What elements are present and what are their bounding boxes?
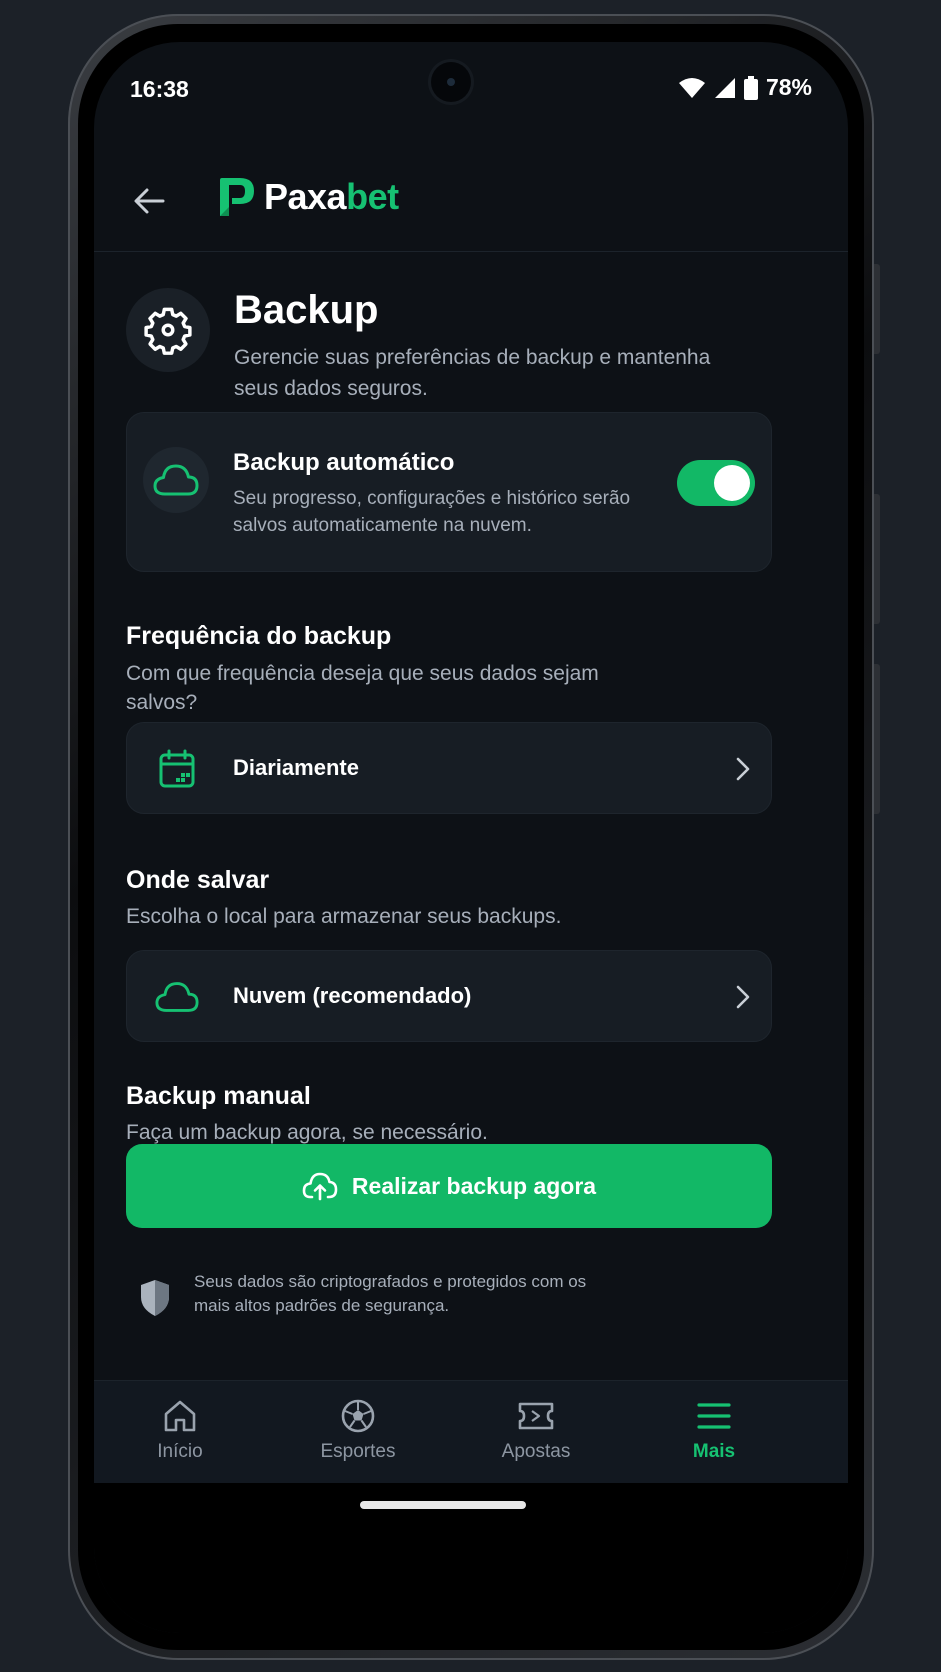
soccer-ball-icon (338, 1397, 378, 1435)
brand-name-part1: Paxa (264, 176, 347, 217)
nav-label-esportes: Esportes (320, 1441, 396, 1462)
manual-backup-subtitle: Faça um backup agora, se necessário. (126, 1121, 488, 1144)
calendar-icon (155, 747, 199, 791)
signal-icon (714, 77, 735, 98)
toggle-knob (714, 465, 750, 501)
nav-item-inicio[interactable]: Início (110, 1381, 250, 1484)
volume-down-button (874, 494, 880, 624)
location-title: Onde salvar (126, 866, 270, 894)
frequency-value: Diariamente (233, 755, 359, 780)
auto-backup-title: Backup automático (233, 449, 455, 476)
screen: 16:38 78% Paxabet Backup Gerencie suas p… (94, 42, 848, 1633)
page-title: Backup (234, 288, 379, 332)
home-indicator[interactable] (360, 1501, 526, 1509)
auto-backup-toggle[interactable] (677, 460, 755, 506)
frequency-select[interactable]: Diariamente (126, 722, 772, 814)
page-subtitle: Gerencie suas preferências de backup e m… (234, 346, 711, 400)
nav-item-apostas[interactable]: Apostas (466, 1381, 606, 1484)
auto-backup-icon-badge (143, 447, 209, 513)
wifi-icon (678, 77, 705, 98)
battery-percentage: 78% (765, 74, 812, 100)
security-note-text: Seus dados são criptografados e protegid… (194, 1272, 587, 1315)
ticket-icon (516, 1397, 556, 1435)
frequency-subtitle: Com que frequência deseja que seus dados… (126, 662, 599, 714)
settings-badge (126, 288, 210, 372)
menu-icon (694, 1397, 734, 1435)
cloud-icon (155, 975, 199, 1019)
battery-icon (743, 75, 758, 100)
back-button[interactable] (126, 178, 172, 224)
cloud-upload-icon (302, 1172, 338, 1201)
phone-frame: 16:38 78% Paxabet Backup Gerencie suas p… (68, 14, 880, 1660)
nav-label-inicio: Início (157, 1441, 203, 1462)
home-icon (160, 1397, 200, 1435)
backup-now-button[interactable]: Realizar backup agora (126, 1144, 772, 1228)
gear-icon (144, 307, 192, 355)
gesture-area (94, 1483, 848, 1633)
nav-item-esportes[interactable]: Esportes (288, 1381, 428, 1484)
brand-name-part2: bet (346, 176, 399, 217)
auto-backup-card: Backup automático Seu progresso, configu… (126, 412, 772, 572)
front-camera (431, 62, 471, 102)
nav-item-mais[interactable]: Mais (644, 1381, 784, 1484)
bottom-navigation: Início Esportes Apostas Mais (94, 1380, 848, 1483)
chevron-right-icon (731, 755, 755, 783)
brand-logo: Paxabet (218, 176, 399, 218)
manual-backup-title: Backup manual (126, 1082, 311, 1110)
chevron-right-icon (731, 983, 755, 1011)
cloud-icon (153, 464, 199, 496)
location-select[interactable]: Nuvem (recomendado) (126, 950, 772, 1042)
auto-backup-description: Seu progresso, configurações e histórico… (233, 488, 631, 536)
brand-name: Paxabet (264, 176, 399, 218)
security-note: Seus dados são criptografados e protegid… (126, 1270, 772, 1330)
logo-mark-icon (220, 178, 254, 216)
shield-icon (141, 1280, 169, 1316)
frequency-title: Frequência do backup (126, 622, 392, 650)
status-icons: 78% (678, 74, 812, 101)
power-button (874, 664, 880, 814)
status-time: 16:38 (130, 76, 189, 102)
arrow-left-icon (134, 188, 165, 214)
nav-label-mais: Mais (692, 1441, 736, 1462)
status-bar: 16:38 78% (94, 42, 848, 152)
volume-up-button (874, 264, 880, 354)
location-value: Nuvem (recomendado) (233, 983, 472, 1008)
app-header: Paxabet (94, 152, 848, 252)
location-subtitle: Escolha o local para armazenar seus back… (126, 905, 562, 928)
nav-label-apostas: Apostas (501, 1441, 571, 1462)
backup-now-label: Realizar backup agora (351, 1172, 597, 1199)
